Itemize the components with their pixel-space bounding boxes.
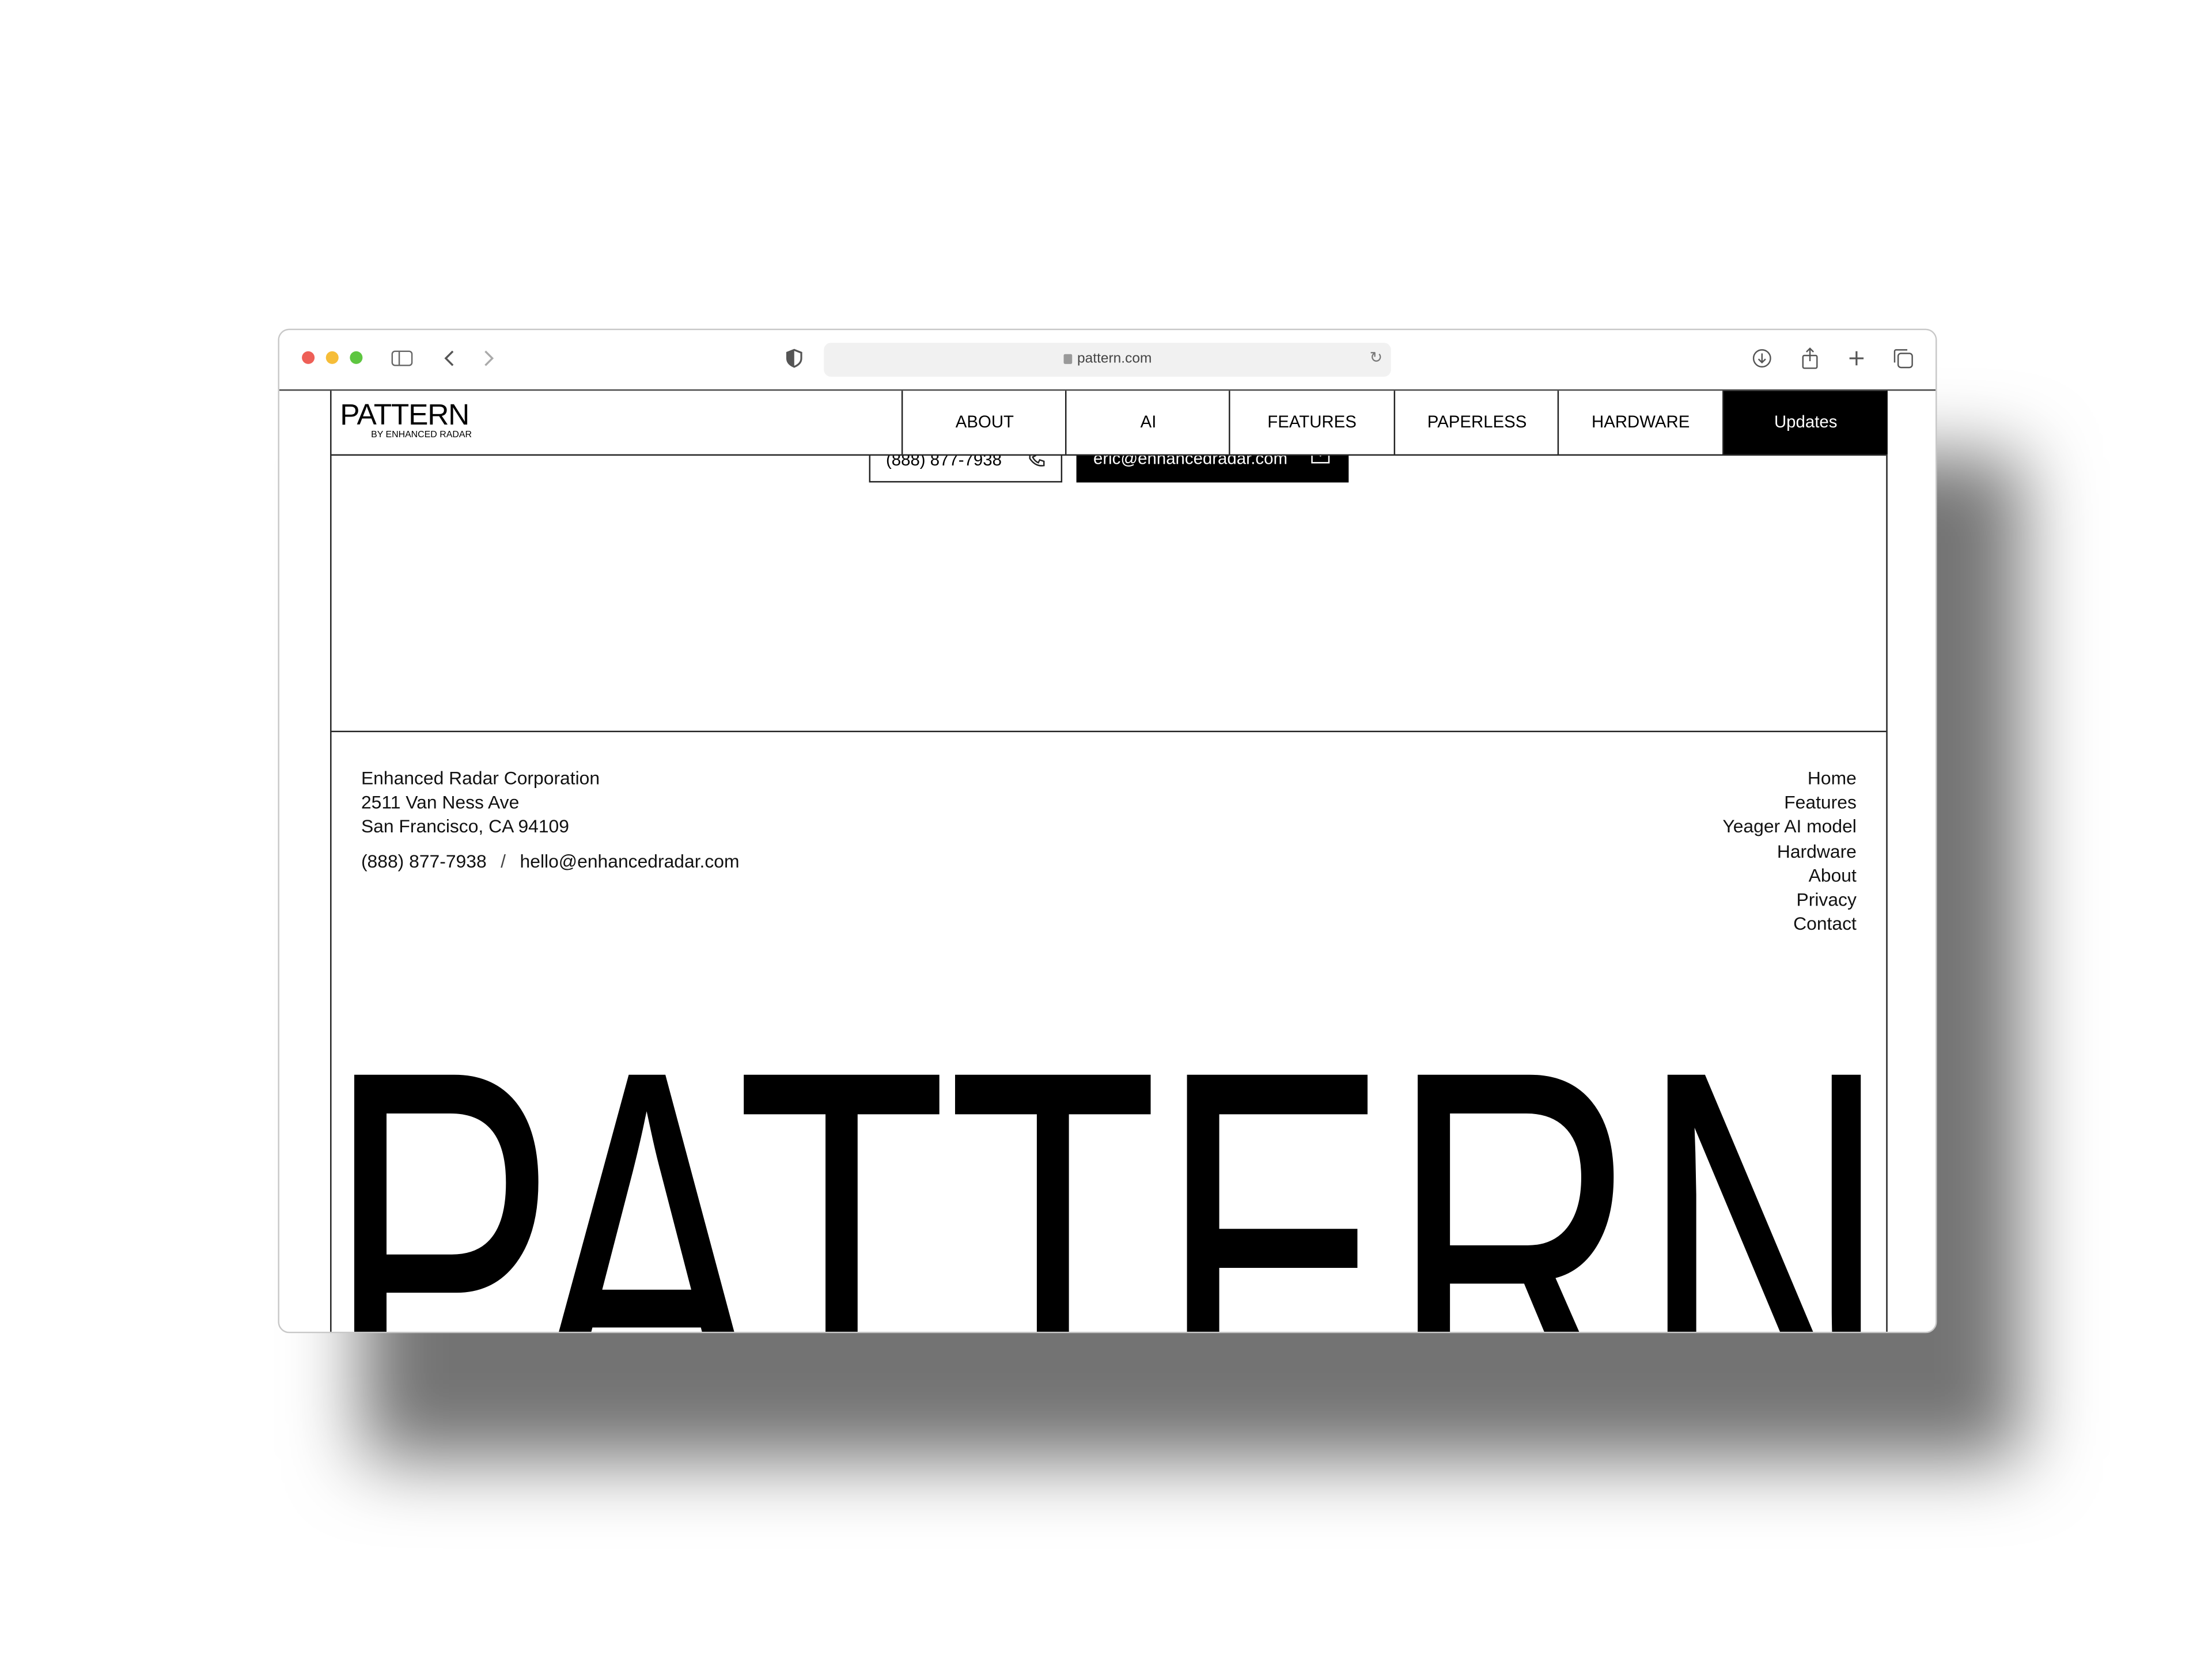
nav-ai[interactable]: AI <box>1065 391 1230 454</box>
web-page: PATTERN BY ENHANCED RADAR ABOUT AI FEATU… <box>330 391 1888 1333</box>
sidebar-toggle-icon[interactable] <box>391 347 413 369</box>
footer-link-contact[interactable]: Contact <box>1722 912 1857 936</box>
footer-email-link[interactable]: hello@enhancedradar.com <box>520 850 740 872</box>
nav-about[interactable]: ABOUT <box>901 391 1067 454</box>
back-icon[interactable] <box>439 347 461 369</box>
close-window-button[interactable] <box>302 351 315 364</box>
tab-overview-icon[interactable] <box>1892 347 1914 369</box>
lock-icon <box>1063 354 1072 364</box>
nav-updates[interactable]: Updates <box>1722 391 1888 454</box>
share-icon[interactable] <box>1798 347 1821 369</box>
minimize-window-button[interactable] <box>325 351 339 364</box>
footer-address: Enhanced Radar Corporation 2511 Van Ness… <box>361 766 740 873</box>
new-tab-icon[interactable] <box>1845 347 1868 369</box>
browser-window: pattern.com ↻ PATTERN BY ENHANCED RADAR … <box>278 328 1937 1334</box>
footer-link-about[interactable]: About <box>1722 863 1857 887</box>
reload-icon[interactable]: ↻ <box>1369 349 1382 366</box>
company-name: Enhanced Radar Corporation <box>361 767 600 789</box>
site-logo[interactable]: PATTERN BY ENHANCED RADAR <box>340 399 472 441</box>
downloads-icon[interactable] <box>1751 347 1773 369</box>
nav-paperless[interactable]: PAPERLESS <box>1393 391 1559 454</box>
logo-text: PATTERN <box>340 399 469 432</box>
maximize-window-button[interactable] <box>350 351 363 364</box>
street-address: 2511 Van Ness Ave <box>361 791 520 813</box>
section-divider <box>331 730 1887 733</box>
separator: / <box>501 850 506 872</box>
browser-toolbar: pattern.com ↻ <box>279 330 1936 391</box>
nav-features[interactable]: FEATURES <box>1229 391 1394 454</box>
footer-link-hardware[interactable]: Hardware <box>1722 839 1857 863</box>
privacy-shield-icon[interactable] <box>783 347 805 369</box>
footer-phone-link[interactable]: (888) 877-7938 <box>361 850 487 872</box>
wordmark-text: PATTERN <box>332 1037 1887 1333</box>
footer-wordmark: PATTERN <box>332 1037 1887 1333</box>
footer-link-privacy[interactable]: Privacy <box>1722 887 1856 911</box>
address-bar[interactable]: pattern.com ↻ <box>824 343 1391 377</box>
footer-links: Home Features Yeager AI model Hardware A… <box>1722 766 1857 936</box>
url-text: pattern.com <box>1077 351 1152 367</box>
logo-subtitle: BY ENHANCED RADAR <box>371 430 472 441</box>
forward-icon[interactable] <box>477 347 499 369</box>
nav-hardware[interactable]: HARDWARE <box>1557 391 1723 454</box>
site-nav: PATTERN BY ENHANCED RADAR ABOUT AI FEATU… <box>331 391 1888 456</box>
footer-link-home[interactable]: Home <box>1722 766 1857 790</box>
footer-link-yeager-ai-model[interactable]: Yeager AI model <box>1722 815 1857 839</box>
city-address: San Francisco, CA 94109 <box>361 816 569 838</box>
footer-link-features[interactable]: Features <box>1722 790 1857 815</box>
